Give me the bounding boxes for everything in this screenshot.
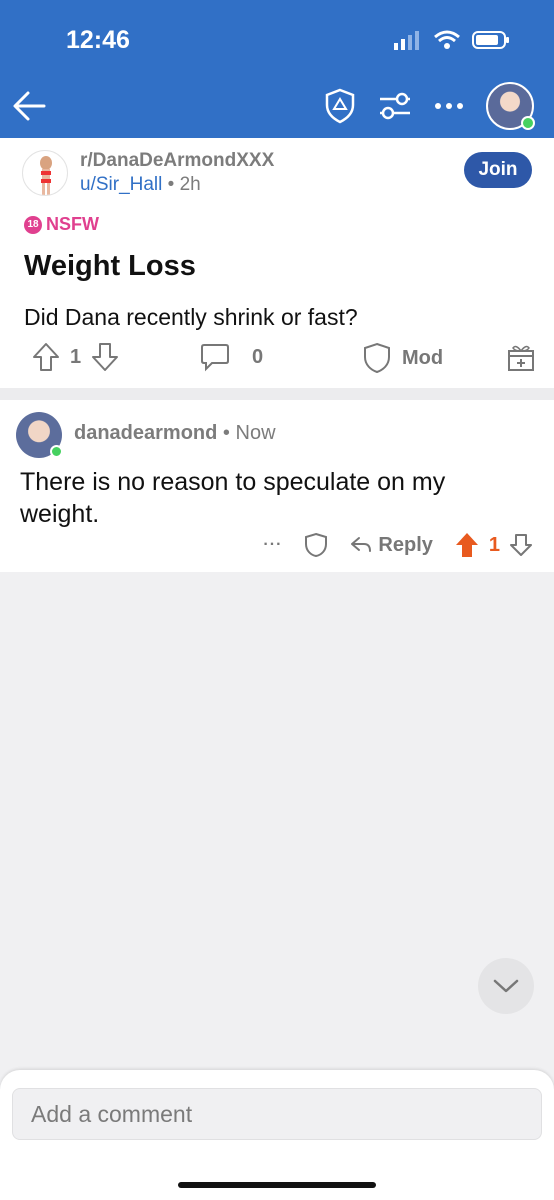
meta-separator: • [167, 174, 175, 195]
subreddit-avatar[interactable] [22, 150, 68, 196]
nsfw-tag: 18 NSFW [24, 214, 99, 235]
back-arrow-icon[interactable] [10, 86, 50, 126]
mod-shield-icon[interactable] [304, 532, 328, 558]
status-icons [394, 30, 510, 50]
scroll-down-button[interactable] [478, 958, 534, 1014]
comment-age: Now [235, 422, 276, 444]
post-meta: u/Sir_Hall • 2h [80, 174, 201, 196]
comment-meta: danadearmond • Now [74, 422, 276, 445]
subreddit-avatar-image [40, 156, 52, 195]
signal-icon [394, 31, 419, 50]
meta-separator: • [222, 422, 230, 444]
app-header: 12:46 [0, 0, 554, 138]
downvote-icon[interactable] [510, 533, 532, 557]
comment-vote-group: 1 [455, 532, 532, 558]
comment-author[interactable]: danadearmond [74, 422, 217, 444]
comment-more-button[interactable]: ··· [263, 536, 282, 554]
mod-shield-icon [364, 342, 390, 374]
home-indicator[interactable] [178, 1182, 376, 1188]
header-actions [324, 82, 535, 130]
vote-group: 1 [32, 342, 119, 372]
comment-composer [0, 1070, 554, 1200]
reply-icon [351, 537, 372, 552]
comment-count-button[interactable]: 0 [200, 342, 263, 372]
comment-body: There is no reason to speculate on my we… [20, 468, 446, 528]
post-card: r/DanaDeArmondXXX u/Sir_Hall • 2h Join 1… [0, 138, 554, 388]
post-title: Weight Loss [24, 250, 196, 282]
status-time: 12:46 [66, 26, 130, 54]
filter-icon[interactable] [378, 91, 412, 121]
wifi-icon [434, 30, 460, 49]
downvote-icon[interactable] [91, 342, 119, 372]
comment-avatar[interactable] [16, 412, 63, 458]
online-indicator [521, 116, 535, 130]
online-indicator [50, 445, 63, 458]
comment-item: danadearmond • Now There is no reason to… [0, 400, 554, 572]
comment-actions: ··· Reply 1 [263, 532, 532, 558]
post-author[interactable]: u/Sir_Hall [80, 174, 162, 195]
battery-icon [472, 31, 509, 49]
more-icon[interactable] [434, 101, 464, 111]
subreddit-name[interactable]: r/DanaDeArmondXXX [80, 150, 274, 172]
gift-icon[interactable] [506, 342, 536, 372]
post-vote-count: 1 [70, 345, 82, 368]
mod-label: Mod [402, 346, 444, 369]
reply-button[interactable]: Reply [350, 533, 433, 557]
section-divider [0, 388, 554, 400]
nsfw-label: NSFW [46, 214, 99, 234]
post-body: Did Dana recently shrink or fast? [24, 304, 358, 330]
reply-label: Reply [378, 533, 433, 556]
post-age: 2h [179, 174, 201, 195]
user-avatar[interactable] [486, 82, 535, 130]
join-button[interactable]: Join [464, 152, 532, 188]
upvote-active-icon[interactable] [455, 532, 479, 558]
comment-vote-count: 1 [488, 533, 500, 556]
chevron-down-icon [493, 979, 519, 993]
upvote-icon[interactable] [32, 342, 60, 372]
post-actions: 1 0 Mod [0, 342, 554, 380]
nsfw-badge-icon: 18 [24, 215, 42, 234]
mod-button[interactable]: Mod [362, 342, 443, 374]
comment-count: 0 [252, 345, 264, 368]
comment-icon [201, 344, 229, 372]
shield-icon[interactable] [324, 88, 356, 124]
comment-input[interactable] [12, 1088, 542, 1140]
